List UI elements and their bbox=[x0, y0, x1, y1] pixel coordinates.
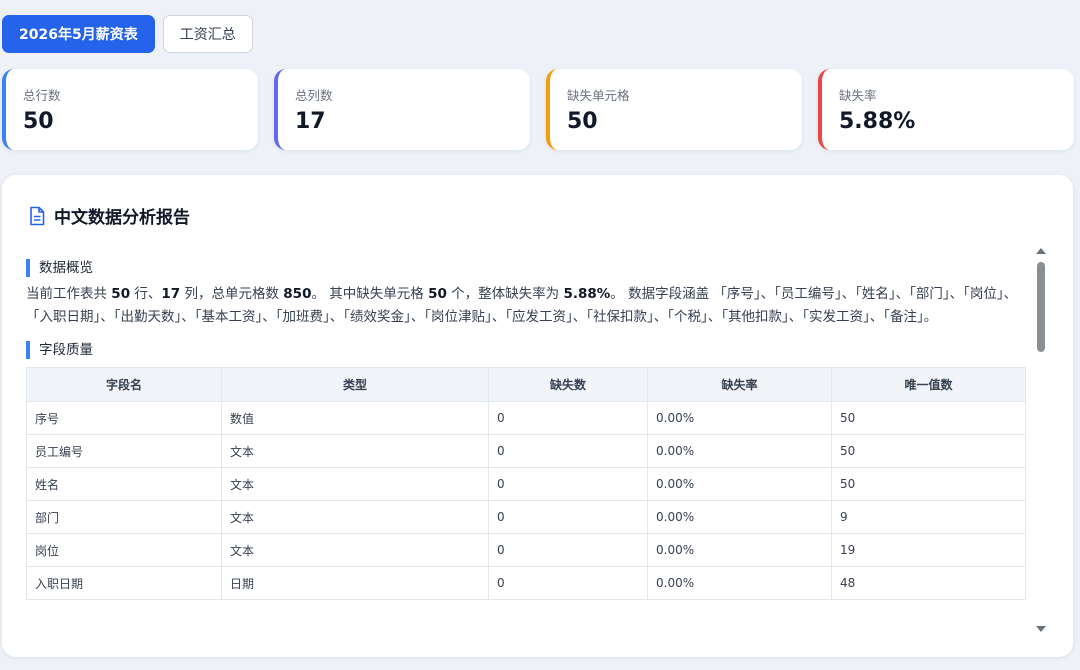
tab-payroll-summary[interactable]: 工资汇总 bbox=[162, 15, 253, 53]
cell-missing-rate: 0.00% bbox=[647, 434, 832, 468]
overview-metric: 850 bbox=[283, 286, 312, 302]
overview-metric: 50 bbox=[111, 286, 131, 302]
stat-value: 50 bbox=[23, 109, 54, 134]
analysis-report-panel: 中文数据分析报告 数据概览 当前工作表共 50 行、17 列，总单元格数 850… bbox=[2, 175, 1073, 657]
stat-card-total-rows: 总行数 50 bbox=[2, 69, 258, 150]
cell-missing-count: 0 bbox=[488, 566, 648, 600]
cell-missing-count: 0 bbox=[488, 401, 648, 435]
column-header-unique-count: 唯一值数 bbox=[831, 367, 1026, 402]
cell-missing-count: 0 bbox=[488, 500, 648, 534]
field-quality-table-body: 序号 数值 0 0.00% 50 员工编号 文本 0 0.00% 50 姓名 文本 0 0.00% 50 部门… bbox=[26, 401, 1026, 600]
stats-row: 总行数 50 总列数 17 缺失单元格 50 缺失率 5.88% bbox=[2, 69, 1074, 150]
cell-field-name: 入职日期 bbox=[26, 566, 222, 600]
cell-type: 数值 bbox=[221, 401, 489, 435]
cell-field-name: 姓名 bbox=[26, 467, 222, 501]
cell-type: 文本 bbox=[221, 533, 489, 567]
stat-card-missing-cells: 缺失单元格 50 bbox=[546, 69, 802, 150]
stat-label: 缺失单元格 bbox=[567, 88, 630, 103]
column-header-type: 类型 bbox=[221, 367, 489, 402]
scroll-up-arrow-icon[interactable] bbox=[1036, 248, 1046, 254]
cell-type: 日期 bbox=[221, 566, 489, 600]
cell-missing-rate: 0.00% bbox=[647, 533, 832, 567]
cell-missing-rate: 0.00% bbox=[647, 467, 832, 501]
section-heading-field-quality: 字段质量 bbox=[26, 341, 1028, 359]
table-row: 岗位 文本 0 0.00% 19 bbox=[26, 533, 1026, 567]
cell-missing-rate: 0.00% bbox=[647, 500, 832, 534]
cell-type: 文本 bbox=[221, 500, 489, 534]
field-quality-table: 字段名 类型 缺失数 缺失率 唯一值数 序号 数值 0 0.00% 50 员工编号 文本 0 0… bbox=[26, 367, 1026, 600]
stat-label: 总列数 bbox=[295, 88, 333, 103]
scroll-down-arrow-icon[interactable] bbox=[1036, 626, 1046, 632]
cell-unique-count: 19 bbox=[831, 533, 1026, 567]
table-row: 员工编号 文本 0 0.00% 50 bbox=[26, 434, 1026, 468]
overview-text-segment: 列，总单元格数 bbox=[180, 286, 284, 302]
cell-type: 文本 bbox=[221, 434, 489, 468]
document-icon bbox=[28, 206, 46, 226]
stat-label: 总行数 bbox=[23, 88, 61, 103]
overview-text-segment: 个，整体缺失率为 bbox=[446, 286, 564, 302]
cell-field-name: 序号 bbox=[26, 401, 222, 435]
report-scroll-area[interactable]: 数据概览 当前工作表共 50 行、17 列，总单元格数 850。 其中缺失单元格… bbox=[26, 259, 1028, 631]
cell-field-name: 员工编号 bbox=[26, 434, 222, 468]
stat-label: 缺失率 bbox=[839, 88, 877, 103]
cell-missing-count: 0 bbox=[488, 533, 648, 567]
cell-unique-count: 50 bbox=[831, 467, 1026, 501]
cell-unique-count: 9 bbox=[831, 500, 1026, 534]
stat-value: 17 bbox=[295, 109, 326, 134]
overview-text-segment: 。 其中缺失单元格 bbox=[311, 286, 429, 302]
cell-unique-count: 50 bbox=[831, 434, 1026, 468]
table-row: 姓名 文本 0 0.00% 50 bbox=[26, 467, 1026, 501]
overview-metric: 17 bbox=[161, 286, 181, 302]
stat-value: 50 bbox=[567, 109, 598, 134]
table-header-row: 字段名 类型 缺失数 缺失率 唯一值数 bbox=[26, 367, 1026, 402]
cell-missing-count: 0 bbox=[488, 467, 648, 501]
cell-type: 文本 bbox=[221, 467, 489, 501]
cell-missing-count: 0 bbox=[488, 434, 648, 468]
scrollbar-thumb[interactable] bbox=[1037, 262, 1045, 352]
report-title: 中文数据分析报告 bbox=[54, 208, 190, 228]
cell-field-name: 岗位 bbox=[26, 533, 222, 567]
stat-card-missing-rate: 缺失率 5.88% bbox=[818, 69, 1074, 150]
column-header-field-name: 字段名 bbox=[26, 367, 222, 402]
stat-card-total-columns: 总列数 17 bbox=[274, 69, 530, 150]
table-row: 部门 文本 0 0.00% 9 bbox=[26, 500, 1026, 534]
cell-unique-count: 50 bbox=[831, 401, 1026, 435]
overview-text-segment: 行、 bbox=[130, 286, 162, 302]
overview-paragraph: 当前工作表共 50 行、17 列，总单元格数 850。 其中缺失单元格 50 个… bbox=[26, 283, 1026, 329]
column-header-missing-count: 缺失数 bbox=[488, 367, 648, 402]
tab-may-2026-payroll[interactable]: 2026年5月薪资表 bbox=[2, 15, 155, 53]
sheet-tabs: 2026年5月薪资表 工资汇总 bbox=[2, 15, 253, 53]
cell-field-name: 部门 bbox=[26, 500, 222, 534]
overview-metric: 5.88% bbox=[563, 286, 611, 302]
cell-missing-rate: 0.00% bbox=[647, 566, 832, 600]
cell-missing-rate: 0.00% bbox=[647, 401, 832, 435]
section-heading-overview: 数据概览 bbox=[26, 259, 1028, 277]
table-row: 入职日期 日期 0 0.00% 48 bbox=[26, 566, 1026, 600]
report-header: 中文数据分析报告 bbox=[28, 203, 190, 228]
vertical-scrollbar[interactable] bbox=[1035, 245, 1047, 635]
stat-value: 5.88% bbox=[839, 109, 916, 134]
overview-metric: 50 bbox=[428, 286, 447, 302]
overview-text-segment: 当前工作表共 bbox=[26, 286, 112, 302]
cell-unique-count: 48 bbox=[831, 566, 1026, 600]
table-row: 序号 数值 0 0.00% 50 bbox=[26, 401, 1026, 435]
column-header-missing-rate: 缺失率 bbox=[647, 367, 832, 402]
